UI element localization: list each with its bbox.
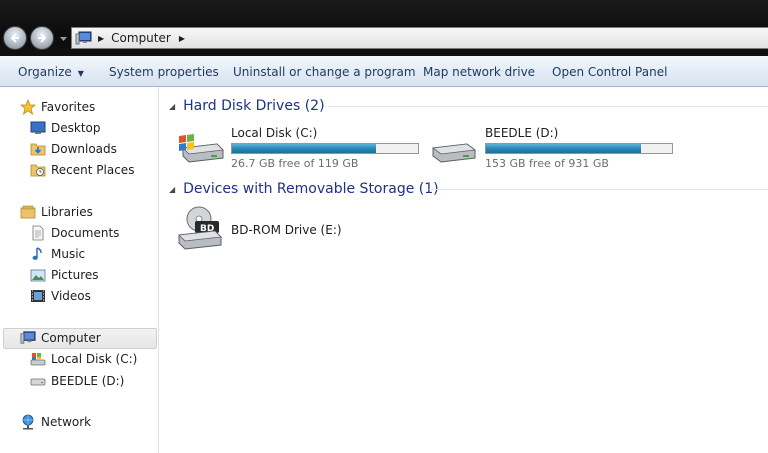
nav-network-label: Network [41,415,92,429]
recent-pages-dropdown[interactable] [59,35,68,43]
downloads-folder-icon [30,143,46,156]
address-bar[interactable]: ▶ Computer ▶ [71,27,768,49]
nav-beedle[interactable]: BEEDLE (D:) [30,371,124,391]
recent-places-icon [30,164,46,177]
nav-music-label: Music [51,247,86,261]
nav-desktop[interactable]: Desktop [30,118,101,138]
back-button[interactable] [3,26,27,50]
group-header-removable-storage[interactable]: ◢ Devices with Removable Storage (1) [169,178,439,200]
organize-menu[interactable]: Organize ▼ [18,65,84,79]
nav-documents[interactable]: Documents [30,223,119,243]
capacity-bar [231,143,419,154]
nav-desktop-label: Desktop [51,121,101,135]
breadcrumb-chevron-icon[interactable]: ▶ [98,34,104,43]
nav-videos-label: Videos [51,289,91,303]
nav-computer-label: Computer [41,331,101,345]
map-network-drive-button[interactable]: Map network drive [423,65,535,79]
network-icon [22,414,34,430]
group-title: Devices with Removable Storage (1) [183,181,439,197]
uninstall-program-button[interactable]: Uninstall or change a program [233,65,416,79]
forward-arrow-icon [38,33,47,43]
videos-filmstrip-icon [31,290,45,302]
star-icon [20,99,36,115]
breadcrumb-chevron-icon[interactable]: ▶ [179,34,185,43]
nav-favorites-label: Favorites [41,100,96,114]
address-strip: ▶ Computer ▶ [0,0,768,56]
collapse-triangle-icon[interactable]: ◢ [169,102,175,111]
capacity-bar-fill [232,144,377,153]
back-arrow-icon [10,33,19,43]
computer-icon [75,31,92,44]
drive-name: BEEDLE (D:) [485,126,559,140]
group-title: Hard Disk Drives (2) [183,98,325,114]
windows-drive-icon [179,134,224,163]
chevron-down-icon: ▼ [77,69,84,78]
drive-name: BD-ROM Drive (E:) [231,223,342,237]
drive-icon [30,378,46,386]
content-pane: ◢ Hard Disk Drives (2) Local Disk (C:) 2… [159,87,768,453]
nav-computer[interactable]: Computer [20,328,101,348]
nav-videos[interactable]: Videos [30,286,91,306]
group-divider [327,106,768,107]
nav-favorites[interactable]: Favorites [20,97,95,117]
free-space-text: 26.7 GB free of 119 GB [231,157,359,170]
drive-icon [431,143,477,163]
nav-pictures[interactable]: Pictures [30,265,99,285]
group-divider [429,189,768,190]
pictures-icon [30,269,46,282]
capacity-bar-fill [486,144,642,153]
breadcrumb-computer[interactable]: Computer [111,31,171,45]
nav-downloads-label: Downloads [51,142,117,156]
open-control-panel-button[interactable]: Open Control Panel [552,65,667,79]
drive-name: Local Disk (C:) [231,126,318,140]
music-note-icon [32,247,42,260]
system-properties-button[interactable]: System properties [109,65,219,79]
nav-local-disk[interactable]: Local Disk (C:) [30,349,137,369]
nav-documents-label: Documents [51,226,120,240]
computer-icon [20,331,36,344]
command-bar: Organize ▼ System properties Uninstall or… [0,56,768,87]
forward-button[interactable] [30,26,54,50]
nav-pictures-label: Pictures [51,268,99,282]
collapse-triangle-icon[interactable]: ◢ [169,185,175,194]
nav-network[interactable]: Network [20,412,91,432]
nav-libraries-label: Libraries [41,205,93,219]
capacity-bar [485,143,673,154]
system-drive-icon [30,353,46,366]
desktop-icon [30,121,46,134]
group-header-hard-disk-drives[interactable]: ◢ Hard Disk Drives (2) [169,95,325,117]
nav-libraries[interactable]: Libraries [20,202,93,222]
nav-music[interactable]: Music [30,244,85,264]
nav-recent-places-label: Recent Places [51,163,135,177]
documents-icon [32,225,44,241]
organize-label: Organize [18,65,72,79]
nav-local-disk-label: Local Disk (C:) [51,352,138,366]
free-space-text: 153 GB free of 931 GB [485,157,609,170]
libraries-icon [20,205,36,219]
bd-drive-icon: BD [178,206,222,250]
nav-recent-places[interactable]: Recent Places [30,160,134,180]
navigation-pane: Favorites Desktop Downloads Recent Place… [0,87,159,453]
nav-beedle-label: BEEDLE (D:) [51,374,125,388]
nav-downloads[interactable]: Downloads [30,139,117,159]
